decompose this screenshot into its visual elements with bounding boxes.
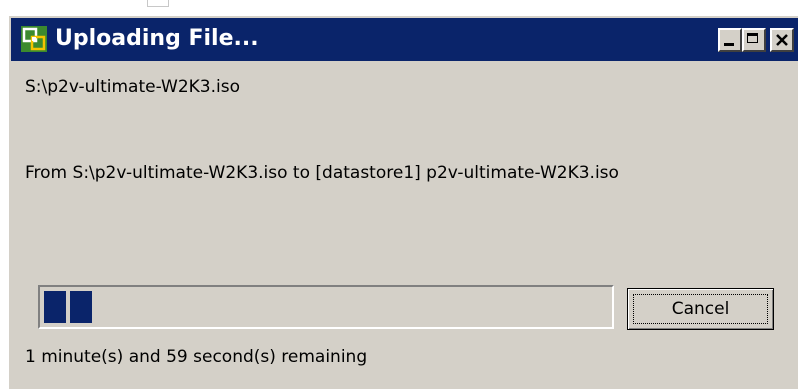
- progress-chunk: [70, 291, 92, 323]
- upload-dialog: Uploading File...: [7, 14, 798, 389]
- window-title: Uploading File...: [55, 26, 259, 51]
- cancel-button-label: Cancel: [671, 299, 730, 319]
- minimize-button[interactable]: [718, 28, 742, 52]
- progress-fill: [44, 291, 604, 323]
- progress-chunk: [44, 291, 66, 323]
- background-window-edge: [147, 0, 169, 7]
- vmware-icon: [21, 26, 47, 52]
- maximize-button[interactable]: [742, 28, 766, 52]
- close-icon: [776, 34, 788, 46]
- transfer-description: From S:\p2v-ultimate-W2K3.iso to [datast…: [25, 163, 619, 183]
- upload-progress-bar: [38, 285, 614, 329]
- cancel-button[interactable]: Cancel: [627, 288, 774, 330]
- time-remaining: 1 minute(s) and 59 second(s) remaining: [25, 347, 368, 367]
- title-bar[interactable]: Uploading File...: [11, 18, 798, 61]
- close-button[interactable]: [770, 28, 794, 52]
- source-filename: S:\p2v-ultimate-W2K3.iso: [25, 77, 240, 97]
